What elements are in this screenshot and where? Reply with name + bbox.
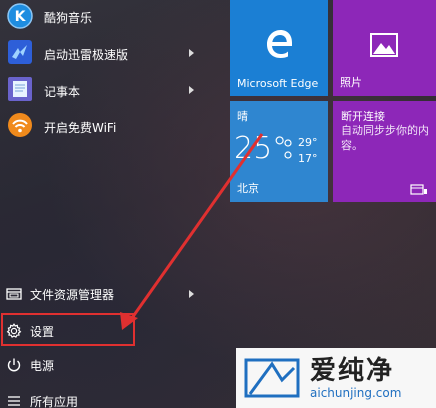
list-icon xyxy=(6,393,22,408)
power-icon xyxy=(6,357,22,373)
tile-store[interactable]: 断开连接 自动同步步你的内容。 xyxy=(333,101,436,202)
notepad-icon xyxy=(6,75,34,103)
store-icon xyxy=(410,184,427,195)
sun-icon xyxy=(284,139,292,159)
tile-label: Microsoft Edge xyxy=(237,77,319,90)
tile-weather[interactable]: 晴 25° 29° 17° 北京 xyxy=(230,101,328,202)
weather-city: 北京 xyxy=(237,182,259,195)
weather-condition: 晴 xyxy=(237,110,248,123)
app-item-kugou[interactable]: K 酷狗音乐 xyxy=(0,0,210,34)
folder-icon xyxy=(6,286,22,302)
app-item-notepad[interactable]: 记事本 xyxy=(0,72,210,106)
watermark-brand: 爱纯净 xyxy=(310,356,395,386)
all-apps-label: 所有应用 xyxy=(30,395,79,408)
tile-label: 照片 xyxy=(340,76,362,89)
kugou-icon: K xyxy=(6,2,34,30)
tile-photos[interactable]: 照片 xyxy=(333,0,436,96)
edge-icon xyxy=(267,30,292,58)
file-explorer-label: 文件资源管理器 xyxy=(30,288,115,302)
weather-high: 29° xyxy=(298,136,318,149)
store-message: 自动同步步你的内容。 xyxy=(341,124,429,152)
photos-icon xyxy=(370,33,398,57)
weather-low: 17° xyxy=(298,152,318,165)
app-label: 开启免费WiFi xyxy=(44,121,117,135)
app-label: 启动迅雷极速版 xyxy=(44,48,129,62)
chevron-right-icon[interactable] xyxy=(189,290,194,298)
app-item-xunlei[interactable]: 启动迅雷极速版 xyxy=(0,35,210,69)
all-apps-item[interactable]: 所有应用 xyxy=(0,385,210,408)
wifi-icon xyxy=(6,111,34,139)
power-label: 电源 xyxy=(30,359,55,373)
chevron-right-icon[interactable] xyxy=(189,86,194,94)
file-explorer-item[interactable]: 文件资源管理器 xyxy=(0,279,210,311)
settings-highlight-box xyxy=(1,313,135,346)
watermark-logo: 爱纯净 aichunjing.com xyxy=(236,348,436,408)
store-title: 断开连接 xyxy=(341,110,385,123)
chevron-right-icon[interactable] xyxy=(189,49,194,57)
start-app-list: K 酷狗音乐 启动迅雷极速版 记事本 开启免费WiFi 文件资源管理器 设置 电… xyxy=(0,0,228,408)
app-label: 酷狗音乐 xyxy=(44,11,93,25)
tile-microsoft-edge[interactable]: Microsoft Edge xyxy=(230,0,328,96)
xunlei-icon xyxy=(6,38,34,66)
app-label: 记事本 xyxy=(44,85,81,99)
brand-logo-icon xyxy=(244,358,300,398)
weather-temp: 25° xyxy=(234,131,288,166)
app-item-wifi[interactable]: 开启免费WiFi xyxy=(0,108,210,142)
watermark-url: aichunjing.com xyxy=(310,386,402,400)
svg-text:K: K xyxy=(15,9,27,25)
power-item[interactable]: 电源 xyxy=(0,350,210,382)
